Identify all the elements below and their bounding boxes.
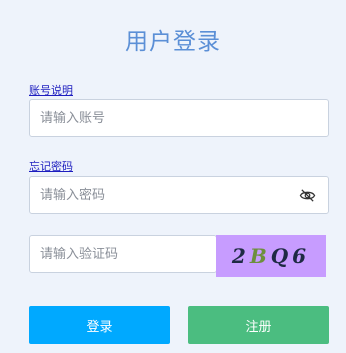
captcha-char: 2 [231,244,250,268]
account-field-wrapper [29,99,329,137]
password-input[interactable] [30,177,328,213]
account-help-link[interactable]: 账号说明 [29,82,73,98]
forgot-password-link[interactable]: 忘记密码 [29,158,73,174]
login-button[interactable]: 登录 [29,306,170,344]
captcha-char: Q [270,244,293,268]
captcha-char: 6 [292,244,311,268]
password-field-wrapper [29,176,329,214]
page-title: 用户登录 [125,29,221,55]
account-input[interactable] [30,100,328,136]
captcha-char: B [249,244,271,268]
register-button[interactable]: 注册 [188,306,329,344]
captcha-image[interactable]: 2BQ6 [216,235,326,277]
captcha-input[interactable] [30,236,216,272]
captcha-field-wrapper [29,235,217,273]
eye-slash-icon[interactable] [299,188,316,203]
